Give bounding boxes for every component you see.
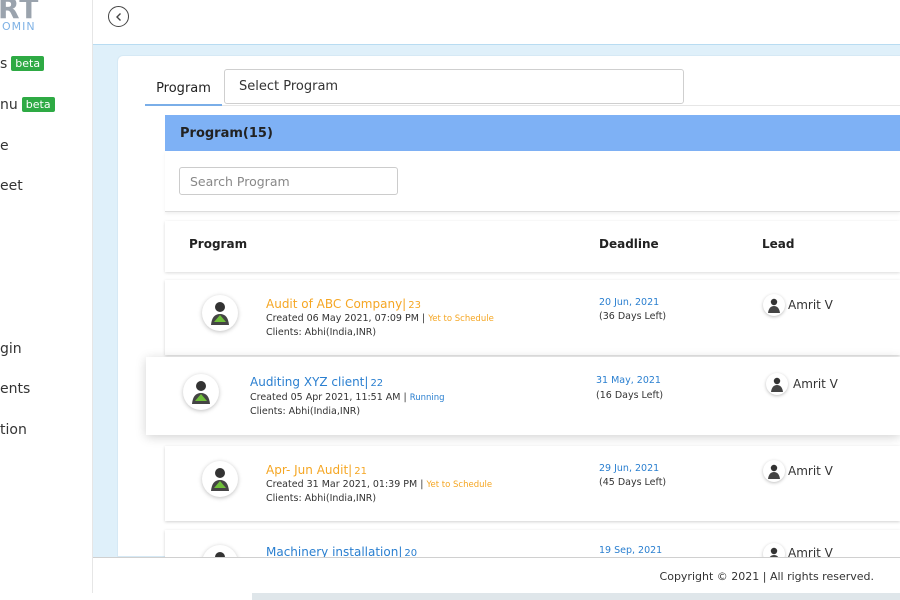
sidebar-item-label: eet xyxy=(0,178,23,194)
sidebar-item-label: ents xyxy=(0,381,31,397)
tab-divider xyxy=(222,105,900,106)
status-badge: Yet to Schedule xyxy=(428,314,494,324)
sidebar-item-label: e xyxy=(0,138,9,154)
table-row[interactable]: Audit of ABC Company| 23 Created 06 May 2… xyxy=(165,280,900,355)
program-name[interactable]: Auditing XYZ client| 22 xyxy=(250,375,383,389)
created-text: Created 31 Mar 2021, 01:39 PM | xyxy=(266,479,424,490)
program-panel-header: Program(15) xyxy=(165,115,900,151)
days-left: (36 Days Left) xyxy=(599,311,667,322)
program-count: 21 xyxy=(354,466,367,477)
created-text: Created 06 May 2021, 07:09 PM | xyxy=(266,313,426,324)
days-left: (45 Days Left) xyxy=(599,477,667,488)
sidebar-item-label: nu xyxy=(0,97,18,113)
beta-badge: beta xyxy=(11,56,45,71)
chevron-left-icon xyxy=(115,12,121,21)
column-header-deadline: Deadline xyxy=(599,237,659,251)
sidebar-item-1[interactable]: s beta xyxy=(0,56,45,72)
table-row[interactable]: Auditing XYZ client| 22 Created 05 Apr 20… xyxy=(146,357,900,435)
deadline-date: 19 Sep, 2021 xyxy=(599,545,663,556)
sidebar-item-4[interactable]: eet xyxy=(0,178,23,194)
sidebar-item-label: s xyxy=(0,56,8,72)
bottom-strip xyxy=(0,593,900,600)
deadline-date: 29 Jun, 2021 xyxy=(599,463,660,474)
lead-name: Amrit V xyxy=(788,546,833,557)
deadline-date: 31 May, 2021 xyxy=(596,375,661,386)
scroll-track[interactable] xyxy=(252,593,900,600)
program-count: 22 xyxy=(370,378,384,389)
user-avatar-icon xyxy=(183,374,219,410)
deadline-date: 20 Jun, 2021 xyxy=(599,297,660,308)
program-name[interactable]: Machinery installation| 20 xyxy=(266,545,417,557)
program-name-text: Apr- Jun Audit| xyxy=(266,463,353,477)
column-header-lead: Lead xyxy=(762,237,795,251)
program-count: 20 xyxy=(404,548,418,557)
table-row[interactable]: Machinery installation| 20 19 Sep, 2021 A… xyxy=(165,530,900,557)
program-name-text: Audit of ABC Company| xyxy=(266,297,407,311)
logo-text-sub: OMIN xyxy=(2,20,36,33)
lead-avatar-icon xyxy=(763,460,785,482)
column-header-program: Program xyxy=(189,237,248,251)
status-badge: Yet to Schedule xyxy=(426,480,493,490)
sidebar-item-label: tion xyxy=(0,422,27,438)
sidebar-item-3[interactable]: e xyxy=(0,138,9,154)
lead-name: Amrit V xyxy=(793,377,838,391)
select-program-dropdown[interactable]: Select Program xyxy=(224,69,684,104)
days-left: (16 Days Left) xyxy=(596,390,664,401)
program-name[interactable]: Apr- Jun Audit| 21 xyxy=(266,463,367,477)
program-clients: Clients: Abhi(India,INR) xyxy=(266,327,377,338)
program-name[interactable]: Audit of ABC Company| 23 xyxy=(266,297,421,311)
program-clients: Clients: Abhi(India,INR) xyxy=(266,493,377,504)
created-text: Created 05 Apr 2021, 11:51 AM | xyxy=(250,392,407,403)
program-clients: Clients: Abhi(India,INR) xyxy=(250,406,361,417)
footer: Copyright © 2021 | All rights reserved. xyxy=(93,557,900,593)
lead-avatar-icon xyxy=(763,543,785,557)
sidebar-item-6[interactable]: ents xyxy=(0,381,30,397)
beta-badge: beta xyxy=(21,97,55,112)
sidebar-item-5[interactable]: gin xyxy=(0,341,22,357)
sidebar: RT OMIN s beta nu beta e eet gin ents tion xyxy=(0,0,93,600)
user-avatar-icon xyxy=(202,295,238,331)
status-badge: Running xyxy=(409,393,445,403)
back-button[interactable] xyxy=(108,6,129,27)
program-created: Created 05 Apr 2021, 11:51 AM | Running xyxy=(250,392,445,403)
sidebar-item-7[interactable]: tion xyxy=(0,422,27,438)
lead-name: Amrit V xyxy=(788,464,833,478)
lead-avatar-icon xyxy=(763,294,785,316)
user-avatar-icon xyxy=(202,461,238,497)
search-placeholder: Search Program xyxy=(190,173,290,189)
copyright-text: Copyright © 2021 | All rights reserved. xyxy=(659,570,874,583)
table-header: Program Deadline Lead xyxy=(165,221,900,272)
program-created: Created 31 Mar 2021, 01:39 PM | Yet to S… xyxy=(266,479,492,490)
select-program-placeholder: Select Program xyxy=(239,79,339,94)
program-name-text: Auditing XYZ client| xyxy=(250,375,369,389)
program-panel-title: Program(15) xyxy=(180,125,273,141)
program-created: Created 06 May 2021, 07:09 PM | Yet to S… xyxy=(266,313,494,324)
lead-avatar-icon xyxy=(766,373,788,395)
sidebar-item-label: gin xyxy=(0,341,22,357)
brand-logo: RT OMIN xyxy=(0,0,58,33)
sidebar-item-2[interactable]: nu beta xyxy=(0,97,55,113)
lead-name: Amrit V xyxy=(788,298,833,312)
user-avatar-icon xyxy=(202,545,238,557)
table-row[interactable]: Apr- Jun Audit| 21 Created 31 Mar 2021, 0… xyxy=(165,446,900,521)
program-name-text: Machinery installation| xyxy=(266,545,403,557)
search-program-input[interactable]: Search Program xyxy=(179,167,398,195)
tab-program[interactable]: Program xyxy=(145,72,222,106)
program-count: 23 xyxy=(408,300,421,311)
